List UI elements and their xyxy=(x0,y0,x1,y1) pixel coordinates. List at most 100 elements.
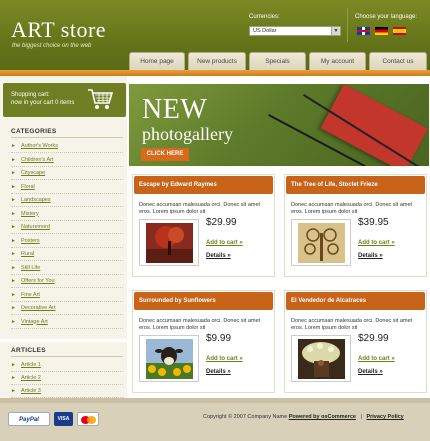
bullet-icon: ► xyxy=(11,197,16,203)
tree-painting-image xyxy=(146,223,193,263)
store-logo[interactable]: ART store xyxy=(11,17,106,43)
category-link[interactable]: Cityscape xyxy=(21,170,45,176)
banner-headline: NEW xyxy=(142,94,208,125)
category-link[interactable]: Vintage Art xyxy=(21,319,48,325)
tree-of-life-painting-image xyxy=(298,223,345,263)
product-price: $29.99 xyxy=(206,217,237,228)
product-title[interactable]: Escape by Edward Raymes xyxy=(134,176,273,194)
product-title[interactable]: The Tree of Life, Stoclet Frieze xyxy=(286,176,425,194)
category-item[interactable]: ► Cityscape xyxy=(11,167,123,181)
category-item[interactable]: ► Landscapes xyxy=(11,194,123,208)
product-thumbnail[interactable] xyxy=(291,335,351,382)
product-thumbnail[interactable] xyxy=(139,219,199,266)
details-link[interactable]: Details » xyxy=(206,369,231,375)
powered-by-link[interactable]: Powered by osCommerce xyxy=(289,414,356,420)
article-link[interactable]: Article 3 xyxy=(21,388,41,394)
currency-select[interactable]: US Dollar ▼ xyxy=(249,26,341,36)
add-to-cart-link[interactable]: Add to cart » xyxy=(206,240,243,246)
nav-new-products[interactable]: New products xyxy=(188,52,246,70)
add-to-cart-label: Add to cart xyxy=(206,240,238,246)
category-link[interactable]: Naturemord xyxy=(21,224,50,230)
category-link[interactable]: Author's Works xyxy=(21,143,58,149)
uk-flag-icon[interactable] xyxy=(357,27,370,35)
category-item[interactable]: ► Still Life xyxy=(11,262,123,275)
category-item[interactable]: ► Naturemord xyxy=(11,221,123,235)
bullet-icon: ► xyxy=(11,210,16,217)
category-item[interactable]: ► Vintage Art xyxy=(11,316,123,329)
category-item[interactable]: ► Fine Art xyxy=(11,289,123,302)
article-link[interactable]: Article 1 xyxy=(21,362,41,368)
category-link[interactable]: Children's Art xyxy=(21,157,54,163)
article-item[interactable]: ► Article 2 xyxy=(11,372,123,386)
click-here-button[interactable]: CLICK HERE xyxy=(141,148,189,161)
flower-vendor-painting-image xyxy=(298,339,345,379)
copyright-text: Copyright © 2007 Company Name xyxy=(203,414,288,420)
nav-specials[interactable]: Specials xyxy=(249,52,306,70)
germany-flag-icon[interactable] xyxy=(375,27,388,35)
nav-contact-us[interactable]: Contact us xyxy=(369,52,427,70)
banner-book-image xyxy=(320,84,428,166)
category-link[interactable]: Still Life xyxy=(21,265,40,271)
category-link[interactable]: Decorative Art xyxy=(21,305,56,311)
header-divider xyxy=(347,8,348,42)
category-link[interactable]: Fine Art xyxy=(21,292,40,298)
nav-my-account[interactable]: My account xyxy=(309,52,366,70)
category-link[interactable]: Floral xyxy=(21,184,35,190)
product-card: The Tree of Life, Stoclet Frieze Donec a… xyxy=(284,174,427,277)
details-link[interactable]: Details » xyxy=(206,253,231,259)
spain-flag-icon[interactable] xyxy=(393,27,406,35)
add-to-cart-link[interactable]: Add to cart » xyxy=(358,240,395,246)
category-item[interactable]: ► Floral xyxy=(11,181,123,194)
category-item[interactable]: ► Mistery xyxy=(11,208,123,221)
bullet-icon: ► xyxy=(11,318,16,325)
category-item[interactable]: ► Rural xyxy=(11,248,123,262)
category-item[interactable]: ► Decorative Art xyxy=(11,302,123,316)
chevron-down-icon[interactable]: ▼ xyxy=(331,27,340,35)
category-link[interactable]: Posters xyxy=(21,238,40,244)
details-link[interactable]: Details » xyxy=(358,253,383,259)
visa-logo: VISA xyxy=(54,412,73,426)
cart-status: now in your cart 0 items xyxy=(11,100,75,106)
add-to-cart-link[interactable]: Add to cart » xyxy=(358,356,395,362)
nav-home[interactable]: Home page xyxy=(129,52,185,70)
category-item[interactable]: ► Author's Works xyxy=(11,140,123,154)
shopping-cart-icon[interactable] xyxy=(87,87,113,111)
bullet-icon: ► xyxy=(11,156,16,163)
article-item[interactable]: ► Article 1 xyxy=(11,359,123,373)
category-link[interactable]: Landscapes xyxy=(21,197,51,203)
bullet-icon: ► xyxy=(11,264,16,271)
language-label: Choose your language: xyxy=(355,14,418,20)
product-card: El Vendedor de Alcatraces Donec accumsan… xyxy=(284,290,427,393)
banner-subheadline: photogallery xyxy=(142,124,233,144)
mastercard-circle-orange xyxy=(87,416,96,424)
photogallery-banner[interactable]: NEW photogallery CLICK HERE xyxy=(129,84,429,166)
product-title[interactable]: Surrounded by Sunflowers xyxy=(134,292,273,310)
article-link[interactable]: Article 2 xyxy=(21,375,41,381)
bullet-icon: ► xyxy=(11,237,16,244)
add-to-cart-label: Add to cart xyxy=(358,356,390,362)
details-link[interactable]: Details » xyxy=(358,369,383,375)
categories-heading: CATEGORIES xyxy=(11,128,57,135)
product-thumbnail[interactable] xyxy=(139,335,199,382)
categories-divider xyxy=(11,137,123,138)
category-item[interactable]: ► Children's Art xyxy=(11,154,123,167)
privacy-policy-link[interactable]: Privacy Policy xyxy=(366,414,403,420)
bullet-icon: ► xyxy=(11,183,16,190)
article-item[interactable]: ► Article 3 xyxy=(11,385,123,399)
category-link[interactable]: Mistery xyxy=(21,211,39,217)
currencies-label: Currencies: xyxy=(249,14,280,20)
category-item[interactable]: ► Posters xyxy=(11,235,123,248)
bullet-icon: ► xyxy=(11,278,16,284)
shopping-cart-box[interactable]: Shopping cart: now in your cart 0 items xyxy=(3,83,126,117)
product-thumbnail[interactable] xyxy=(291,219,351,266)
bullet-icon: ► xyxy=(11,362,16,368)
category-link[interactable]: Offers for You xyxy=(21,278,55,284)
details-label: Details xyxy=(358,369,378,375)
product-description: Donec accumsan malesuada orci. Donec sit… xyxy=(291,202,413,215)
add-to-cart-link[interactable]: Add to cart » xyxy=(206,356,243,362)
footer-top-strip xyxy=(0,398,430,403)
product-title[interactable]: El Vendedor de Alcatraces xyxy=(286,292,425,310)
bullet-icon: ► xyxy=(11,170,16,176)
category-item[interactable]: ► Offers for You xyxy=(11,275,123,289)
category-link[interactable]: Rural xyxy=(21,251,34,257)
